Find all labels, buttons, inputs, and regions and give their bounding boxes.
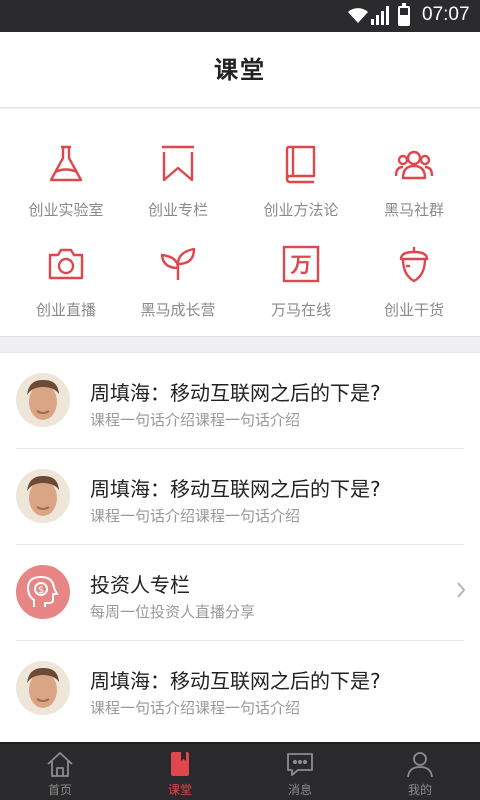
investor-column-item[interactable]: $ 投资人专栏 每周一位投资人直播分享 <box>0 545 480 641</box>
flask-icon <box>49 145 83 182</box>
avatar <box>16 469 70 523</box>
signal-icon <box>371 6 389 25</box>
list-item-subtitle: 课程一句话介绍课程一句话介绍 <box>90 699 301 717</box>
classroom-book-icon <box>171 752 189 776</box>
tab-label: 消息 <box>287 783 312 797</box>
avatar <box>16 373 70 427</box>
header: 课堂 <box>0 32 480 108</box>
list-item[interactable]: 周填海：移动互联网之后的下是? 课程一句话介绍课程一句话介绍 <box>0 641 480 737</box>
tab-profile[interactable]: 我的 <box>360 744 480 800</box>
tab-messages[interactable]: 消息 <box>240 744 360 800</box>
home-icon <box>47 752 73 777</box>
grid-item-column[interactable]: 创业专栏 <box>113 124 243 224</box>
grid-item-live[interactable]: 创业直播 <box>1 224 131 324</box>
wifi-icon <box>348 8 368 23</box>
svg-text:$: $ <box>38 585 44 596</box>
grid-item-growth[interactable]: 黑马成长营 <box>113 224 243 324</box>
message-icon <box>287 753 313 776</box>
bookmark-icon <box>162 145 194 182</box>
grid-item-online[interactable]: 万 万马在线 <box>236 224 366 324</box>
status-time: 07:07 <box>422 4 470 25</box>
list-item-subtitle: 每周一位投资人直播分享 <box>90 603 256 621</box>
grid-label: 创业专栏 <box>147 201 208 219</box>
sprout-icon <box>160 247 196 280</box>
tab-label: 首页 <box>47 783 72 797</box>
grid-label: 黑马社群 <box>383 201 444 219</box>
grid-label: 创业实验室 <box>28 201 104 219</box>
avatar <box>16 661 70 715</box>
bottom-tab-bar: 首页 课堂 消息 我的 <box>0 742 480 800</box>
grid-label: 万马在线 <box>270 301 331 319</box>
book-icon <box>285 145 316 184</box>
grid-label: 创业干货 <box>383 301 444 319</box>
list-item-title: 周填海：移动互联网之后的下是? <box>90 381 381 405</box>
list-item[interactable]: 周填海：移动互联网之后的下是? 课程一句话介绍课程一句话介绍 <box>0 353 480 449</box>
acorn-icon <box>399 247 429 283</box>
tab-label: 我的 <box>407 783 432 797</box>
tab-label: 课堂 <box>167 783 192 797</box>
tab-classroom[interactable]: 课堂 <box>120 744 240 800</box>
group-icon <box>394 150 434 180</box>
list-item-title: 周填海：移动互联网之后的下是? <box>90 477 381 501</box>
wan-glyph: 万 <box>290 253 312 277</box>
grid-label: 创业直播 <box>35 301 96 319</box>
grid-item-community[interactable]: 黑马社群 <box>349 124 479 224</box>
page-title: 课堂 <box>214 56 266 84</box>
grid-item-lab[interactable]: 创业实验室 <box>1 124 131 224</box>
category-grid: 创业实验室 创业专栏 创业方法论 黑马社群 创业直播 黑马成长营 万 万马在线 … <box>0 109 480 337</box>
list-item[interactable]: 周填海：移动互联网之后的下是? 课程一句话介绍课程一句话介绍 <box>0 449 480 545</box>
list-item-subtitle: 课程一句话介绍课程一句话介绍 <box>90 411 301 429</box>
camera-icon <box>48 248 84 280</box>
status-bar: 07:07 <box>0 0 480 32</box>
chevron-right-icon <box>457 582 466 598</box>
profile-icon <box>407 752 433 778</box>
wan-icon: 万 <box>282 245 320 283</box>
grid-item-method[interactable]: 创业方法论 <box>236 124 366 224</box>
investor-head-icon: $ <box>16 565 70 619</box>
tab-home[interactable]: 首页 <box>0 744 120 800</box>
battery-icon <box>398 3 410 26</box>
list-item-subtitle: 课程一句话介绍课程一句话介绍 <box>90 507 301 525</box>
course-list: 周填海：移动互联网之后的下是? 课程一句话介绍课程一句话介绍 周填海：移动互联网… <box>0 352 480 742</box>
grid-label: 黑马成长营 <box>140 301 216 319</box>
grid-label: 创业方法论 <box>263 201 339 219</box>
grid-item-dryfood[interactable]: 创业干货 <box>349 224 479 324</box>
list-item-title: 周填海：移动互联网之后的下是? <box>90 669 381 693</box>
list-item-title: 投资人专栏 <box>90 573 190 597</box>
